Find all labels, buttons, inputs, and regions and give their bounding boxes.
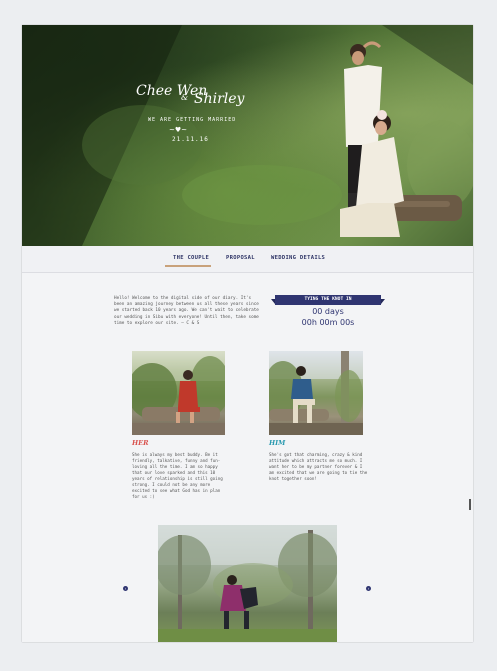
hero-tagline: WE ARE GETTING MARRIED (148, 117, 237, 123)
carousel-prev-icon[interactable]: ‹ (123, 586, 128, 591)
page: Chee Wen & Shirley WE ARE GETTING MARRIE… (22, 25, 473, 642)
page-scrollbar-thumb[interactable] (469, 499, 471, 510)
her-photo (132, 351, 225, 435)
tab-the-couple[interactable]: THE COUPLE (173, 255, 209, 261)
countdown-heading: TYING THE KNOT IN (271, 295, 385, 305)
welcome-text: Hello! Welcome to the digital side of ou… (114, 296, 259, 326)
carousel-next-icon[interactable]: › (366, 586, 371, 591)
tab-proposal[interactable]: PROPOSAL (226, 255, 255, 261)
him-label: HIM (269, 439, 286, 447)
hero-banner: Chee Wen & Shirley WE ARE GETTING MARRIE… (22, 25, 473, 246)
carousel-photo (158, 525, 337, 642)
active-tab-indicator (165, 265, 211, 267)
him-photo (269, 351, 363, 435)
her-label: HER (132, 439, 149, 447)
her-bio: She is always my best buddy. Be it frien… (132, 452, 223, 499)
section-nav: THE COUPLE PROPOSAL WEDDING DETAILS (22, 246, 473, 273)
wedding-date: 21.11.16 (172, 136, 209, 143)
bride-groom-name-second: Shirley (194, 91, 245, 107)
countdown-time: 00h 00m 00s (301, 318, 355, 327)
him-bio: She's got that charming, crazy & kind at… (269, 452, 368, 481)
hero-photo (22, 25, 473, 246)
horns-ornament-icon: ~♥~ (169, 126, 188, 134)
tab-wedding-details[interactable]: WEDDING DETAILS (271, 255, 325, 261)
names-ampersand: & (181, 93, 189, 102)
countdown-days: 00 days (312, 307, 344, 316)
